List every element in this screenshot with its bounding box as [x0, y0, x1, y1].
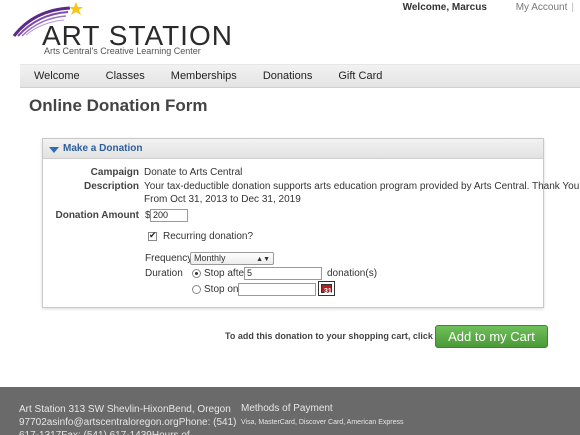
- checkmark-icon: ✔: [149, 230, 157, 240]
- panel-title: Make a Donation: [63, 143, 143, 154]
- main-nav: Welcome Classes Memberships Donations Gi…: [20, 64, 580, 88]
- cart-instruction: To add this donation to your shopping ca…: [225, 331, 433, 341]
- welcome-text: Welcome, Marcus: [402, 2, 487, 13]
- panel-header[interactable]: Make a Donation: [43, 139, 543, 159]
- stop-after-count-input[interactable]: 5: [244, 267, 322, 280]
- stop-on-date-input[interactable]: [238, 283, 316, 296]
- page-title: Online Donation Form: [29, 96, 208, 115]
- stop-after-label: Stop after: [204, 268, 248, 279]
- frequency-label: Frequency: [145, 253, 193, 264]
- nav-gift-card[interactable]: Gift Card: [325, 70, 395, 82]
- campaign-value: Donate to Arts Central: [144, 167, 243, 178]
- divider: |: [571, 2, 574, 13]
- select-arrows-icon: ▲▼: [256, 256, 270, 263]
- stop-on-radio[interactable]: [192, 285, 201, 294]
- my-account-link[interactable]: My Account: [516, 2, 568, 13]
- campaign-label: Campaign: [90, 167, 139, 178]
- stop-after-radio[interactable]: [192, 269, 201, 278]
- calendar-icon[interactable]: 31: [318, 281, 335, 296]
- amount-label: Donation Amount: [55, 210, 139, 221]
- stop-on-label: Stop on: [204, 284, 239, 295]
- collapse-arrow-icon[interactable]: [49, 146, 59, 153]
- description-line-1: Your tax-deductible donation supports ar…: [144, 181, 580, 192]
- art-station-logo[interactable]: ART STATION Arts Central's Creative Lear…: [8, 0, 232, 62]
- calendar-number: 31: [324, 288, 332, 295]
- account-bar: Welcome, Marcus My Account |: [403, 2, 574, 13]
- frequency-select[interactable]: Monthly ▲▼: [190, 252, 274, 265]
- footer-address: Art Station 313 SW Shevlin-HixonBend, Or…: [19, 404, 237, 435]
- duration-label: Duration: [145, 268, 183, 279]
- donation-amount-input[interactable]: 200: [150, 209, 188, 222]
- frequency-value: Monthly: [194, 253, 226, 263]
- logo-subtitle: Arts Central's Creative Learning Center: [44, 46, 201, 56]
- add-to-cart-button[interactable]: Add to my Cart: [435, 325, 548, 348]
- description-label: Description: [83, 181, 139, 192]
- payment-heading: Methods of Payment: [241, 403, 333, 414]
- donation-panel: Make a Donation Campaign Donate to Arts …: [42, 138, 580, 308]
- recurring-checkbox[interactable]: ✔: [148, 230, 157, 241]
- recurring-label: Recurring donation?: [163, 231, 254, 242]
- footer: Art Station 313 SW Shevlin-HixonBend, Or…: [0, 387, 580, 435]
- donations-suffix: donation(s): [327, 268, 378, 279]
- nav-welcome[interactable]: Welcome: [20, 70, 93, 82]
- nav-donations[interactable]: Donations: [250, 70, 326, 82]
- nav-classes[interactable]: Classes: [93, 70, 158, 82]
- description-line-2: From Oct 31, 2013 to Dec 31, 2019: [144, 194, 301, 205]
- nav-memberships[interactable]: Memberships: [158, 70, 250, 82]
- payment-methods: Visa, MasterCard, Discover Card, America…: [241, 419, 404, 426]
